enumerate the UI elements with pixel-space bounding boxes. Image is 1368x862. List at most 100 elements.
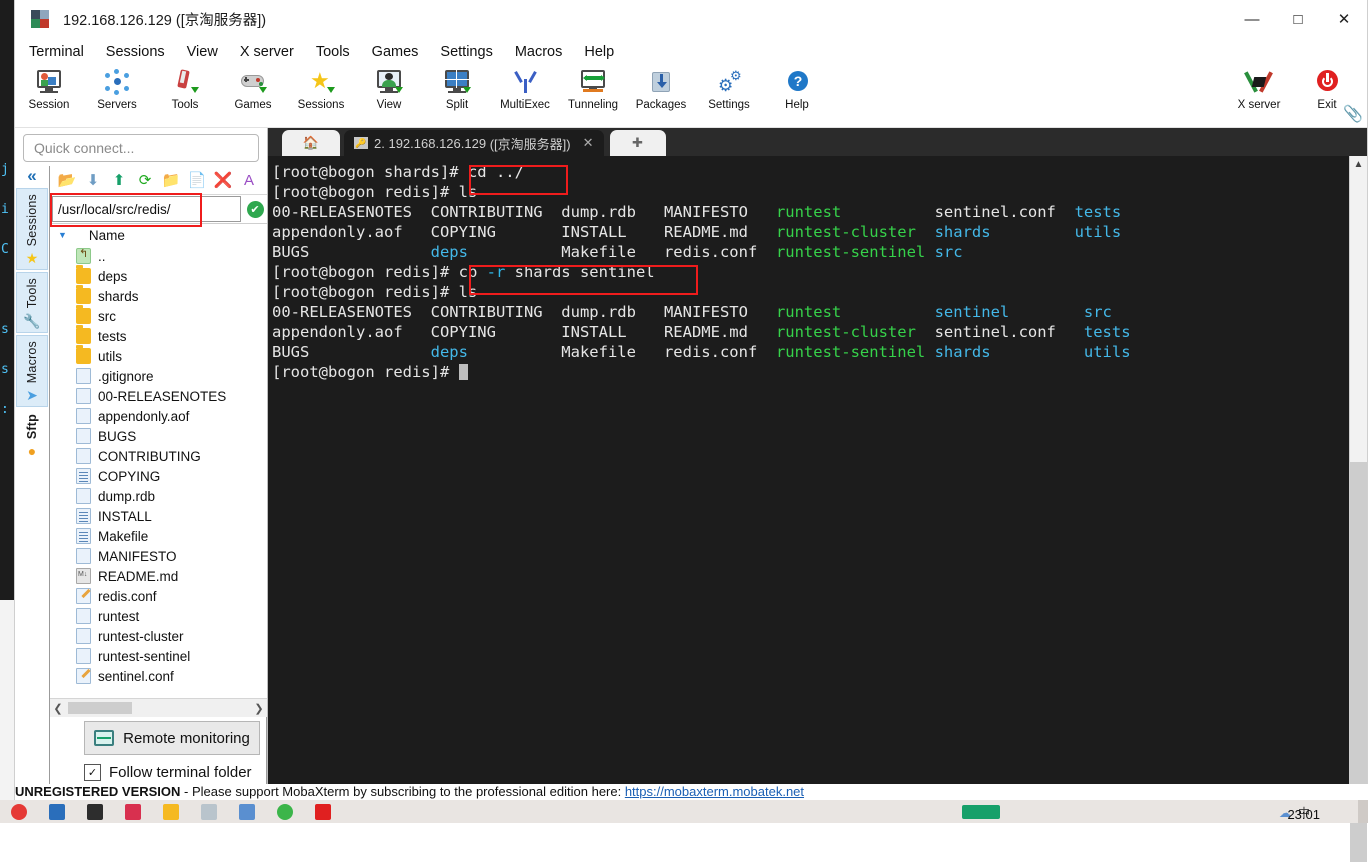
maximize-button[interactable]: □ (1275, 0, 1321, 38)
toolbar-games-button[interactable]: Games (219, 69, 287, 111)
taskbar-icon-mobaxterm[interactable] (962, 800, 1000, 823)
file-row[interactable]: tests (50, 325, 267, 346)
minimize-button[interactable]: — (1229, 0, 1275, 38)
file-row[interactable]: shards (50, 285, 267, 306)
menu-terminal[interactable]: Terminal (29, 44, 84, 60)
new-tab-button[interactable]: ✚ (609, 130, 666, 156)
toolbar-x-server-button[interactable]: X server (1225, 69, 1293, 111)
toolbar-sessions-button[interactable]: ★ Sessions (287, 69, 355, 112)
close-button[interactable]: ✕ (1321, 0, 1367, 38)
file-row[interactable]: src (50, 305, 267, 326)
toolbar-tunneling-button[interactable]: Tunneling (559, 69, 627, 111)
vscroll-track[interactable] (1350, 172, 1367, 862)
scroll-left-icon[interactable]: ❮ (50, 702, 66, 715)
terminal-scrollbar[interactable]: ▲ ▼ (1349, 156, 1367, 862)
toolbar-view-button[interactable]: View (355, 69, 423, 111)
file-row[interactable]: utils (50, 345, 267, 366)
menu-view[interactable]: View (187, 44, 218, 60)
file-row[interactable]: runtest (50, 606, 267, 626)
tab-close-icon[interactable]: ✕ (583, 135, 594, 151)
menu-games[interactable]: Games (372, 44, 419, 60)
follow-terminal-folder-checkbox[interactable]: ✓ (84, 763, 101, 781)
file-row[interactable]: README.md (50, 566, 267, 586)
tab-home[interactable]: 🏠 (282, 130, 340, 156)
tab-index: 2. (374, 135, 385, 151)
file-row[interactable]: 00-RELEASENOTES (50, 386, 267, 406)
attach-clip-icon[interactable]: 📎 (1339, 100, 1367, 128)
scroll-up-icon[interactable]: ▲ (1350, 156, 1367, 172)
path-confirm-button[interactable]: ✔ (243, 200, 267, 218)
file-row[interactable]: deps (50, 265, 267, 286)
file-row[interactable]: redis.conf (50, 586, 267, 606)
taskbar-clock[interactable]: 23:01 (1287, 807, 1320, 822)
taskbar-icon-2[interactable] (38, 800, 76, 823)
show-desktop-button[interactable] (1358, 800, 1368, 823)
menu-sessions[interactable]: Sessions (106, 44, 165, 60)
follow-terminal-folder-row[interactable]: ✓ Follow terminal folder (84, 759, 266, 785)
taskbar-icon-4[interactable] (114, 800, 152, 823)
taskbar-icon-7[interactable] (228, 800, 266, 823)
menu-settings[interactable]: Settings (440, 44, 492, 60)
file-row[interactable]: sentinel.conf (50, 666, 267, 686)
hscroll-track[interactable] (66, 701, 251, 715)
collapse-sidebar-button[interactable]: « (27, 167, 36, 184)
refresh-icon[interactable]: ⟳ (132, 168, 158, 192)
file-row[interactable]: CONTRIBUTING (50, 446, 267, 466)
file-row[interactable]: MANIFESTO (50, 546, 267, 566)
menu-x-server[interactable]: X server (240, 44, 294, 60)
delete-icon[interactable]: ❌ (210, 168, 236, 192)
file-row[interactable]: .gitignore (50, 366, 267, 386)
text-mode-icon[interactable]: A (236, 168, 262, 192)
remote-monitoring-button[interactable]: Remote monitoring (84, 721, 260, 755)
sidebar-tab-sftp[interactable]: Sftp ● (17, 409, 47, 462)
hscroll-thumb[interactable] (68, 702, 132, 714)
sidebar-tab-sessions[interactable]: Sessions ★ (16, 188, 48, 271)
sidebar-tab-tools[interactable]: Tools 🔧 (16, 272, 48, 333)
toolbar-games-label: Games (234, 99, 272, 111)
upload-icon[interactable]: ⬆ (106, 168, 132, 192)
file-row[interactable]: INSTALL (50, 506, 267, 526)
file-row[interactable]: appendonly.aof (50, 406, 267, 426)
file-list[interactable]: .. deps shards src tests utils .gitignore 00-RE… (50, 246, 267, 698)
file-row[interactable]: runtest-cluster (50, 626, 267, 646)
file-list-header[interactable]: ▼ Name (50, 224, 267, 246)
taskbar-icon-5[interactable] (152, 800, 190, 823)
up-folder-icon[interactable]: 📂 (54, 168, 80, 192)
terminal-output[interactable]: [root@bogon shards]# cd ../[root@bogon r… (268, 156, 1349, 790)
main-area: Quick connect... « Sessions ★ Tools 🔧 Ma… (15, 106, 1367, 862)
toolbar-settings-button[interactable]: ⚙ ⚙ Settings (695, 69, 763, 111)
file-row[interactable]: COPYING (50, 466, 267, 486)
new-file-icon[interactable]: 📄 (184, 168, 210, 192)
taskbar-icon-8[interactable] (266, 800, 304, 823)
sidebar-tab-macros[interactable]: Macros ➤ (16, 334, 48, 407)
taskbar-icon-9[interactable] (304, 800, 342, 823)
toolbar-help-button[interactable]: ? Help (763, 69, 831, 111)
taskbar-icon-1[interactable] (0, 800, 38, 823)
file-row[interactable]: runtest-sentinel (50, 646, 267, 666)
toolbar-tools-button[interactable]: Tools (151, 69, 219, 111)
taskbar-icon-6[interactable] (190, 800, 228, 823)
file-list-hscrollbar[interactable]: ❮ ❯ (50, 698, 267, 717)
download-icon[interactable]: ⬇ (80, 168, 106, 192)
file-row[interactable]: BUGS (50, 426, 267, 446)
toolbar-multiexec-button[interactable]: MultiExec (491, 69, 559, 111)
new-folder-icon[interactable]: 📁 (158, 168, 184, 192)
toolbar-split-button[interactable]: Split (423, 69, 491, 111)
toolbar-servers-button[interactable]: Servers (83, 69, 151, 111)
terminal-text: appendonly.aof (272, 323, 431, 341)
file-row[interactable]: .. (50, 246, 267, 266)
mobaxterm-link[interactable]: https://mobaxterm.mobatek.net (625, 784, 804, 799)
quick-connect-input[interactable]: Quick connect... (23, 134, 259, 162)
file-icon (76, 448, 91, 464)
tab-session-active[interactable]: 🔑 2. 192.168.126.129 ([京淘服务器]) ✕ (344, 130, 604, 156)
menu-tools[interactable]: Tools (316, 44, 350, 60)
taskbar-icon-3[interactable] (76, 800, 114, 823)
scroll-right-icon[interactable]: ❯ (251, 702, 267, 715)
path-input[interactable]: /usr/local/src/redis/ (52, 196, 241, 222)
menu-macros[interactable]: Macros (515, 44, 563, 60)
file-row[interactable]: Makefile (50, 526, 267, 546)
menu-help[interactable]: Help (584, 44, 614, 60)
toolbar-packages-button[interactable]: Packages (627, 69, 695, 111)
file-row[interactable]: dump.rdb (50, 486, 267, 506)
toolbar-session-button[interactable]: Session (15, 69, 83, 111)
